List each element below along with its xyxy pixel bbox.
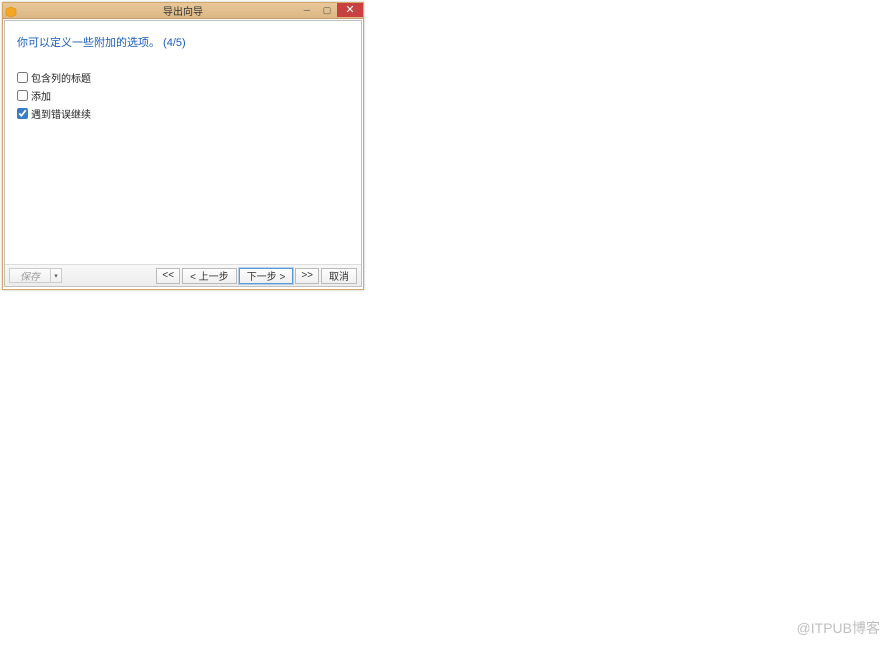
checkbox-append[interactable] — [17, 90, 28, 101]
option-append[interactable]: 添加 — [17, 88, 349, 103]
first-button[interactable]: << — [156, 268, 180, 284]
app-icon — [5, 5, 17, 17]
option-continue-on-error[interactable]: 遇到错误继续 — [17, 106, 349, 121]
close-button[interactable]: ✕ — [337, 3, 363, 17]
options-panel: 包含列的标题 添加 遇到错误继续 — [5, 60, 361, 121]
navigation-buttons: << < 上一步 下一步 > >> 取消 — [156, 268, 357, 284]
checkbox-continue-on-error[interactable] — [17, 108, 28, 119]
maximize-button[interactable]: ▢ — [317, 3, 337, 17]
content-area: 你可以定义一些附加的选项。 (4/5) 包含列的标题 添加 遇到错误继续 保存 … — [4, 20, 362, 287]
checkbox-include-column-titles[interactable] — [17, 72, 28, 83]
minimize-button[interactable]: ─ — [297, 3, 317, 17]
save-button[interactable]: 保存 — [9, 268, 50, 283]
option-label: 遇到错误继续 — [31, 106, 91, 121]
prev-button[interactable]: < 上一步 — [182, 268, 237, 284]
option-label: 添加 — [31, 88, 51, 103]
watermark: @ITPUB博客 — [797, 618, 880, 638]
option-label: 包含列的标题 — [31, 70, 91, 85]
bottom-bar: 保存 ▾ << < 上一步 下一步 > >> 取消 — [5, 264, 361, 286]
cancel-button[interactable]: 取消 — [321, 268, 357, 284]
save-combo: 保存 ▾ — [9, 268, 62, 284]
save-dropdown[interactable]: ▾ — [50, 268, 62, 283]
window-title: 导出向导 — [163, 3, 203, 18]
step-description: 你可以定义一些附加的选项。 (4/5) — [5, 21, 361, 60]
window-controls: ─ ▢ ✕ — [297, 3, 363, 17]
last-button[interactable]: >> — [295, 268, 319, 284]
option-include-column-titles[interactable]: 包含列的标题 — [17, 70, 349, 85]
titlebar: 导出向导 ─ ▢ ✕ — [3, 3, 363, 19]
next-button[interactable]: 下一步 > — [239, 268, 294, 284]
export-wizard-window: 导出向导 ─ ▢ ✕ 你可以定义一些附加的选项。 (4/5) 包含列的标题 添加… — [2, 2, 364, 290]
